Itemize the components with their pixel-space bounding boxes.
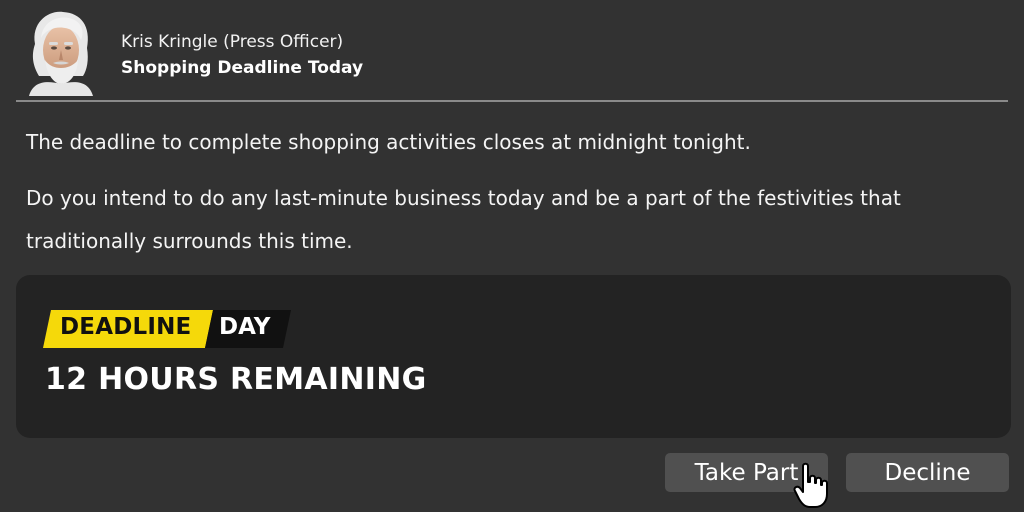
message-line-3: traditionally surrounds this time. [26,229,353,253]
person-avatar-icon [29,11,93,96]
hours-remaining: 12 HOURS REMAINING [45,362,427,397]
message-line-1: The deadline to complete shopping activi… [26,130,751,154]
message-line-2: Do you intend to do any last-minute busi… [26,186,901,210]
badge-deadline-text: DEADLINE [60,314,192,340]
message-subject: Shopping Deadline Today [121,58,364,78]
deadline-panel [16,275,1011,438]
sender-name: Kris Kringle (Press Officer) [121,32,344,52]
sender-avatar [25,8,95,96]
header-divider [16,100,1008,102]
decline-button[interactable]: Decline [846,453,1009,492]
hand-pointer-icon [793,462,829,508]
badge-day-text: DAY [219,314,271,340]
